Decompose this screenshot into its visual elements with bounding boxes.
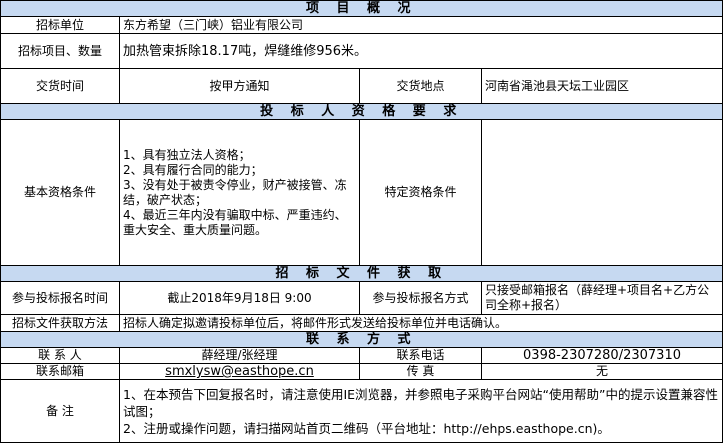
contact-email-label: 联系邮箱 bbox=[0, 363, 120, 380]
bidder-label: 招标单位 bbox=[0, 16, 120, 34]
contact-phone-label: 联系电话 bbox=[359, 347, 482, 364]
contact-fax-label: 传 真 bbox=[359, 363, 482, 380]
basic-qualification-label: 基本资格条件 bbox=[0, 119, 120, 266]
delivery-time-value: 按甲方通知 bbox=[119, 68, 360, 104]
bidder-value: 东方希望（三门峡）铝业有限公司 bbox=[118, 16, 724, 34]
notes-label: 备 注 bbox=[0, 379, 120, 443]
delivery-place-label: 交货地点 bbox=[359, 68, 482, 104]
registration-time-value: 截止2018年9月18日 9:00 bbox=[119, 281, 360, 315]
contact-person-label: 联 系 人 bbox=[0, 347, 120, 364]
section-header-qualification: 投 标 人 资 格 要 求 bbox=[0, 103, 724, 120]
tender-announcement-table: 项 目 概 况 招标单位 东方希望（三门峡）铝业有限公司 招标项目、数量 加热管… bbox=[0, 0, 724, 443]
section-header-overview: 项 目 概 况 bbox=[0, 0, 724, 17]
registration-method-label: 参与投标报名方式 bbox=[359, 281, 482, 315]
contact-phone-value: 0398-2307280/2307310 bbox=[480, 347, 724, 364]
basic-qualification-value: 1、具有独立法人资格； 2、具有履行合同的能力； 3、没有处于被责令停业，财产被… bbox=[119, 119, 360, 266]
registration-method-value: 只接受邮箱报名（薛经理+项目名+乙方公司全称+报名） bbox=[480, 281, 724, 315]
special-qualification-value bbox=[480, 119, 724, 266]
registration-time-label: 参与投标报名时间 bbox=[0, 281, 120, 315]
document-obtain-label: 招标文件获取方法 bbox=[0, 314, 120, 332]
contact-email-link[interactable]: smxlysw@easthope.cn bbox=[165, 365, 314, 379]
contact-person-value: 薛经理/张经理 bbox=[119, 347, 360, 364]
document-obtain-value: 招标人确定拟邀请投标单位后，将邮件形式发送给投标单位并电话确认。 bbox=[118, 314, 724, 332]
contact-email-cell: smxlysw@easthope.cn bbox=[119, 363, 360, 380]
delivery-place-value: 河南省渑池县天坛工业园区 bbox=[480, 68, 724, 104]
section-header-contact: 联 系 方 式 bbox=[0, 331, 724, 348]
project-label: 招标项目、数量 bbox=[0, 33, 120, 69]
contact-fax-value: 无 bbox=[480, 363, 724, 380]
notes-value: 1、在本预告下回复报名时，请注意使用IE浏览器，并参照电子采购平台网站“使用帮助… bbox=[118, 379, 724, 443]
special-qualification-label: 特定资格条件 bbox=[359, 119, 482, 266]
project-value: 加热管束拆除18.17吨，焊缝维修956米。 bbox=[118, 33, 724, 69]
delivery-time-label: 交货时间 bbox=[0, 68, 120, 104]
section-header-documents: 招 标 文 件 获 取 bbox=[0, 265, 724, 282]
